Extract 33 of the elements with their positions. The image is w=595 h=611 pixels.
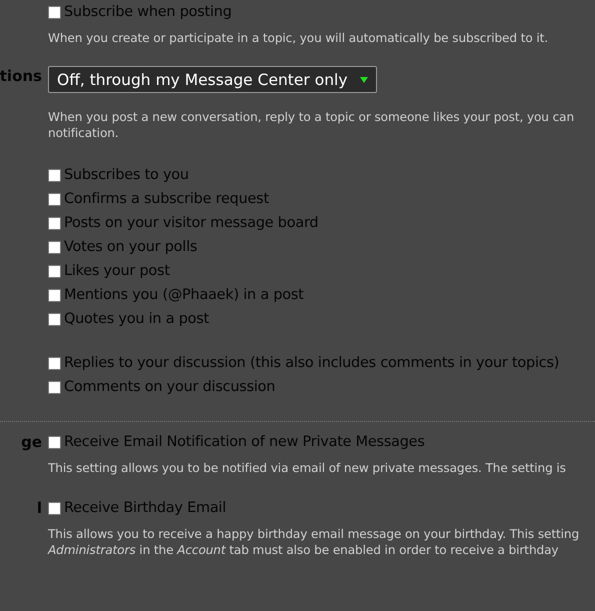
checkbox-label: Replies to your discussion (this also includes comments in your topics) bbox=[64, 355, 560, 371]
checkbox[interactable] bbox=[48, 192, 61, 206]
checkbox-label: Quotes you in a post bbox=[64, 311, 210, 327]
field-label: ge bbox=[21, 432, 42, 453]
notification-select[interactable]: Off, through my Message Center only bbox=[48, 66, 377, 93]
setting-description: This allows you to receive a happy birthday email message on your birthday. This setting Administrators in the Account tab must also be enabled in order to receive a birthday bbox=[48, 526, 580, 558]
checkbox[interactable] bbox=[48, 356, 61, 370]
checkbox-label: Posts on your visitor message board bbox=[64, 215, 318, 231]
checkbox[interactable] bbox=[48, 312, 61, 326]
checkbox-label: Receive Email Notification of new Private Messages bbox=[64, 434, 425, 450]
dropdown-arrow-icon bbox=[360, 76, 368, 82]
checkbox-label: Mentions you (@Phaaek) in a post bbox=[64, 287, 304, 303]
checkbox[interactable] bbox=[48, 240, 61, 254]
checkbox[interactable] bbox=[48, 264, 61, 278]
checkbox[interactable] bbox=[48, 6, 61, 18]
checkbox-label: Subscribe when posting bbox=[64, 4, 232, 20]
checkbox-label: Votes on your polls bbox=[64, 239, 198, 255]
setting-description: When you create or participate in a topic, you will automatically be subscribed to it. bbox=[48, 30, 550, 46]
checkbox[interactable] bbox=[48, 502, 61, 514]
setting-description: When you post a new conversation, reply to a topic or someone likes your post, you can notification. bbox=[48, 109, 576, 141]
field-label: tions bbox=[0, 66, 42, 87]
checkbox[interactable] bbox=[48, 380, 61, 394]
checkbox[interactable] bbox=[48, 168, 61, 182]
checkbox[interactable] bbox=[48, 436, 61, 448]
checkbox-label: Likes your post bbox=[64, 263, 170, 279]
checkbox-label: Receive Birthday Email bbox=[64, 500, 226, 516]
checkbox[interactable] bbox=[48, 288, 61, 302]
checkbox-label: Subscribes to you bbox=[64, 167, 189, 183]
checkbox[interactable] bbox=[48, 216, 61, 230]
checkbox-label: Confirms a subscribe request bbox=[64, 191, 269, 207]
field-label: l bbox=[36, 498, 42, 519]
setting-description: This setting allows you to be notified via email of new private messages. The setting is bbox=[48, 460, 567, 476]
checkbox-label: Comments on your discussion bbox=[64, 379, 276, 395]
